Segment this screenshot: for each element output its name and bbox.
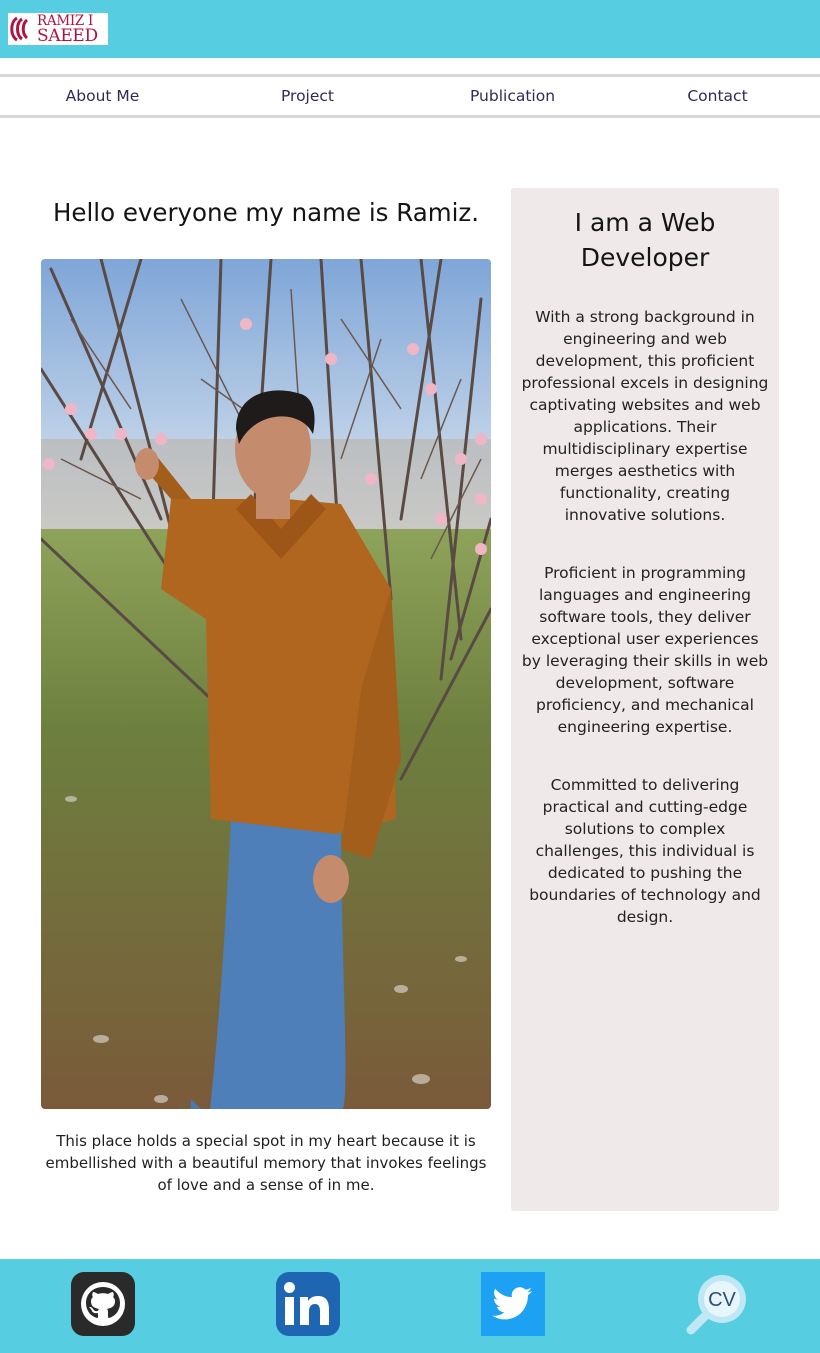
about-heading: I am a Web Developer xyxy=(574,208,716,272)
portrait-photo-illustration xyxy=(41,259,491,1109)
portrait-photo xyxy=(41,259,491,1109)
logo-mark-icon xyxy=(10,16,29,42)
intro-title: Hello everyone my name is Ramiz. xyxy=(52,198,480,227)
site-header: RAMIZ I SAEED xyxy=(0,0,820,58)
cv-search-icon[interactable]: CV xyxy=(685,1271,751,1337)
about-panel: I am a Web Developer With a strong backg… xyxy=(511,188,779,1211)
linkedin-icon[interactable] xyxy=(275,1271,341,1337)
about-paragraph-3: Committed to delivering practical and cu… xyxy=(529,776,761,926)
footer-cv-slot: CV xyxy=(615,1259,820,1353)
main-nav: About Me Project Publication Contact xyxy=(0,74,820,118)
cv-label: CV xyxy=(708,1289,736,1311)
logo[interactable]: RAMIZ I SAEED xyxy=(8,13,108,45)
nav-project[interactable]: Project xyxy=(205,77,410,115)
footer-github-slot xyxy=(0,1259,205,1353)
github-icon[interactable] xyxy=(70,1271,136,1337)
nav-publication[interactable]: Publication xyxy=(410,77,615,115)
footer-twitter-slot xyxy=(410,1259,615,1353)
logo-text: RAMIZ I SAEED xyxy=(37,14,98,45)
photo-caption: This place holds a special spot in my he… xyxy=(45,1132,487,1194)
nav-about-me[interactable]: About Me xyxy=(0,77,205,115)
twitter-icon[interactable] xyxy=(480,1271,546,1337)
nav-contact[interactable]: Contact xyxy=(615,77,820,115)
about-paragraph-2: Proficient in programming languages and … xyxy=(521,564,769,736)
logo-line-2: SAEED xyxy=(37,25,98,46)
about-paragraph-1: With a strong background in engineering … xyxy=(521,308,769,524)
footer-linkedin-slot xyxy=(205,1259,410,1353)
site-footer: CV xyxy=(0,1259,820,1353)
